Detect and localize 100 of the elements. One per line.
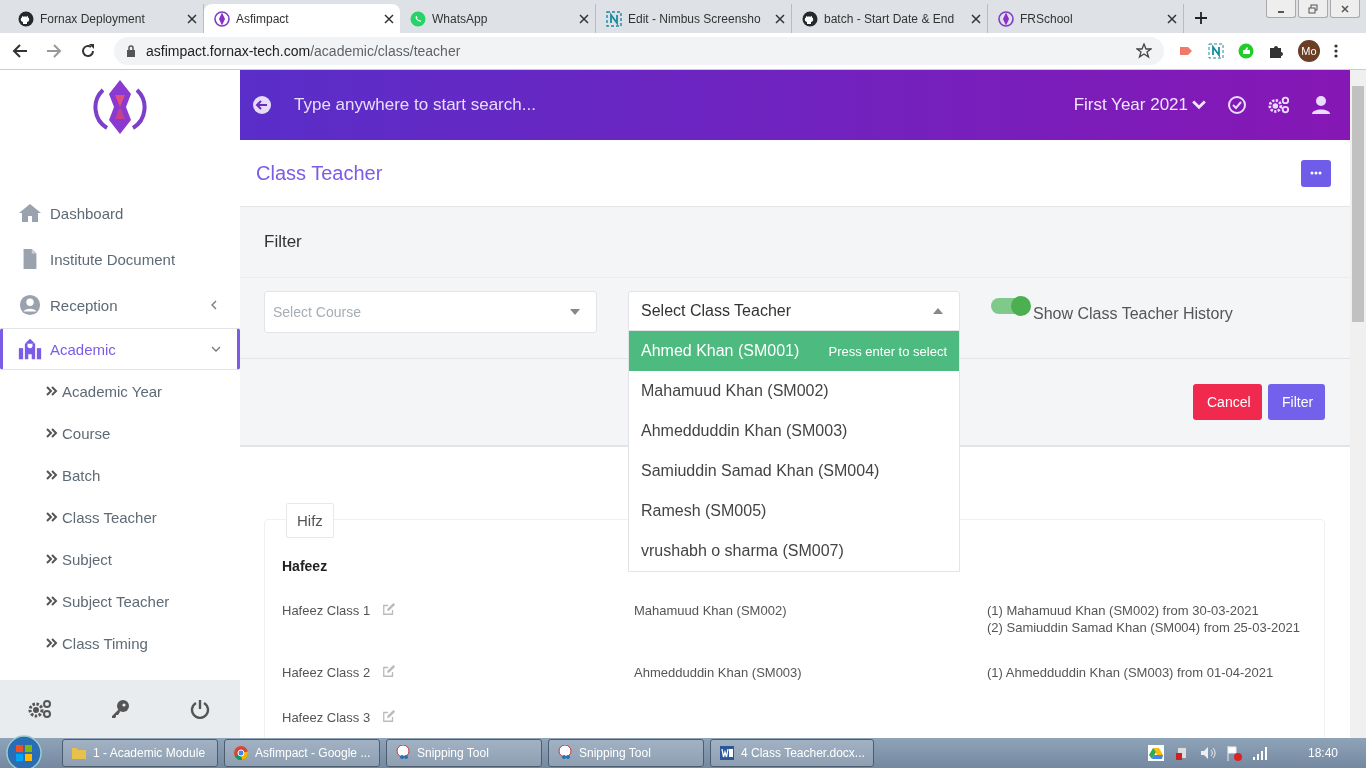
double-chevron-icon [46,470,58,480]
ellipsis-icon [1310,171,1322,175]
close-icon[interactable] [187,13,197,24]
back-circle-icon[interactable] [252,95,272,115]
logo-icon [93,78,147,136]
sidebar-item[interactable]: Institute Document [0,236,240,282]
close-icon[interactable] [1167,13,1177,24]
school-icon [18,338,42,360]
back-icon[interactable] [12,43,28,59]
reload-icon[interactable] [80,43,96,59]
sidebar-subitem[interactable]: Subject Teacher [0,580,240,622]
dropdown-option[interactable]: vrushabh o sharma (SM007) [629,531,959,571]
n-tile-icon[interactable] [1208,43,1224,59]
toggle-label: Show Class Teacher History [1033,304,1233,323]
user-circle-icon [18,294,42,316]
signal-icon[interactable] [1251,745,1268,761]
section-heading: Hafeez [282,558,329,574]
class-name: Hafeez Class 1 [282,602,371,619]
minimize-icon [1278,10,1284,13]
close-icon [1340,3,1350,14]
close-button[interactable] [1330,0,1360,18]
class-name: Hafeez Class 2 [282,664,371,681]
check-circle-icon[interactable] [1226,95,1248,115]
caret-icon [933,308,943,314]
sidebar-item[interactable]: Reception [0,282,240,328]
drive-icon[interactable] [1147,745,1164,761]
dropdown-option[interactable]: Mahamuud Khan (SM002) [629,371,959,411]
n-tile-icon [606,10,622,27]
start-button[interactable] [6,735,42,768]
chevron-left-icon [209,300,219,310]
double-chevron-icon [46,554,58,564]
teacher-name: Ahmedduddin Khan (SM003) [634,665,802,680]
settings-icon[interactable] [1268,95,1290,115]
power-icon[interactable] [188,699,212,719]
teacher-name: Mahamuud Khan (SM002) [634,603,787,618]
address-field[interactable]: asfimpact.fornax-tech.com/academic/class/teacher [114,37,1164,65]
sidebar-item[interactable]: Academic [0,328,240,370]
history-entry: (1) Mahamuud Khan (SM002) from 30-03-2021 [987,602,1260,619]
home-icon [18,202,42,224]
lock-icon [126,45,136,57]
flag-icon[interactable] [1225,745,1242,761]
group-legend: Hifz [286,503,334,538]
page-title: Class Teacher [256,161,383,185]
teacher-select[interactable]: Select Class Teacher [628,291,960,331]
settings-icon[interactable] [28,699,52,719]
browser-tab[interactable]: Asfimpact [204,4,400,33]
double-chevron-icon [46,386,58,396]
scissors-icon [557,745,573,761]
toggle-switch[interactable] [991,298,1029,314]
menu-icon[interactable] [1334,43,1338,59]
option-hint: Press enter to select [828,343,947,359]
filter-heading: Filter [264,232,302,252]
caret-icon [570,309,580,315]
cancel-button[interactable]: Cancel [1193,384,1262,420]
sidebar-subitem[interactable]: Class Teacher [0,496,240,538]
sidebar-subitem[interactable]: Class Timing [0,622,240,664]
clock: 18:40 [1307,746,1338,760]
minimize-button[interactable] [1266,0,1296,18]
forward-icon[interactable] [46,43,62,59]
close-icon[interactable] [384,13,394,24]
year-dropdown[interactable]: First Year 2021 [1073,95,1206,115]
sidebar-item[interactable]: Dashboard [0,190,240,236]
double-chevron-icon [46,512,58,522]
close-icon[interactable] [971,13,981,24]
dropdown-option[interactable]: Ahmedduddin Khan (SM003) [629,411,959,451]
sidebar-subitem[interactable]: Academic Year [0,370,240,412]
sidebar-subitem[interactable]: Course [0,412,240,454]
folder-icon [71,745,87,761]
more-button[interactable] [1301,159,1331,187]
speaker-icon[interactable] [1199,745,1216,761]
chevron-down-icon [1192,99,1206,111]
chat-icon [410,10,426,27]
logo-icon [214,10,230,27]
filter-button[interactable]: Filter [1268,384,1325,420]
word-icon [719,745,735,761]
close-icon[interactable] [775,13,785,24]
profile-avatar[interactable]: Mo [1298,40,1320,62]
user-icon[interactable] [1310,95,1332,115]
sidebar-subitem[interactable]: Subject [0,538,240,580]
chevron-down-icon [211,344,221,354]
double-chevron-icon [46,638,58,648]
thumbs-up-icon[interactable] [1238,43,1254,59]
star-icon[interactable] [1136,43,1152,59]
dropdown-option[interactable]: Samiuddin Samad Khan (SM004) [629,451,959,491]
new-tab-icon[interactable] [1194,11,1208,25]
restore-icon [1308,3,1318,14]
history-entry: (2) Samiuddin Samad Khan (SM004) from 25-03-2021 [987,619,1301,636]
search-field[interactable]: Type anywhere to start search... [292,94,1054,116]
double-chevron-icon [46,596,58,606]
dropdown-option[interactable]: Ramesh (SM005) [629,491,959,531]
logo-icon [998,10,1014,27]
puzzle-icon[interactable] [1268,43,1284,59]
history-entry: (1) Ahmedduddin Khan (SM003) from 01-04-2021 [987,664,1275,681]
double-chevron-icon [46,428,58,438]
sidebar-subitem[interactable]: Batch [0,454,240,496]
scrollbar[interactable] [1350,70,1366,738]
class-name: Hafeez Class 3 [282,709,371,726]
close-icon[interactable] [579,13,589,24]
scissors-icon [395,745,411,761]
browser-icon [233,745,249,761]
